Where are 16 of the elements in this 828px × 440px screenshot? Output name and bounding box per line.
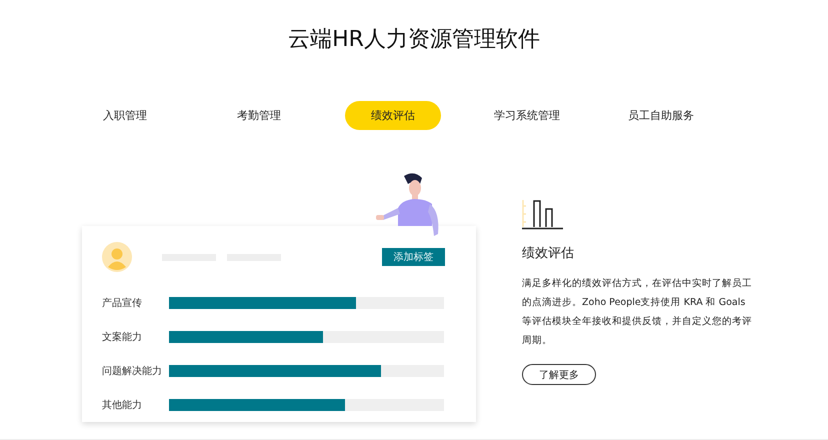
learn-more-button[interactable]: 了解更多 xyxy=(522,364,596,385)
feature-title: 绩效评估 xyxy=(522,245,574,262)
skill-label: 其他能力 xyxy=(102,398,143,412)
feature-description: 满足多样化的绩效评估方式，在评估中实时了解员工的点滴进步。Zoho People支持使用 KRA 和 Goals 等评估模块全年接收和提供反馈，并自定义您的考评周期。 xyxy=(522,277,752,348)
tab[interactable]: 入职管理 xyxy=(77,101,173,130)
tab[interactable]: 绩效评估 xyxy=(345,101,441,130)
avatar-icon xyxy=(102,242,132,272)
bar-chart-icon xyxy=(522,198,564,230)
tab[interactable]: 考勤管理 xyxy=(211,101,307,130)
page-title: 云端HR人力资源管理软件 xyxy=(288,26,540,54)
tab[interactable]: 员工自助服务 xyxy=(602,101,720,130)
skill-label: 产品宣传 xyxy=(102,296,143,310)
skill-label: 问题解决能力 xyxy=(102,364,163,378)
tab[interactable]: 学习系统管理 xyxy=(468,101,586,130)
skill-label: 文案能力 xyxy=(102,330,143,344)
add-tag-button[interactable]: 添加标签 xyxy=(382,248,445,266)
